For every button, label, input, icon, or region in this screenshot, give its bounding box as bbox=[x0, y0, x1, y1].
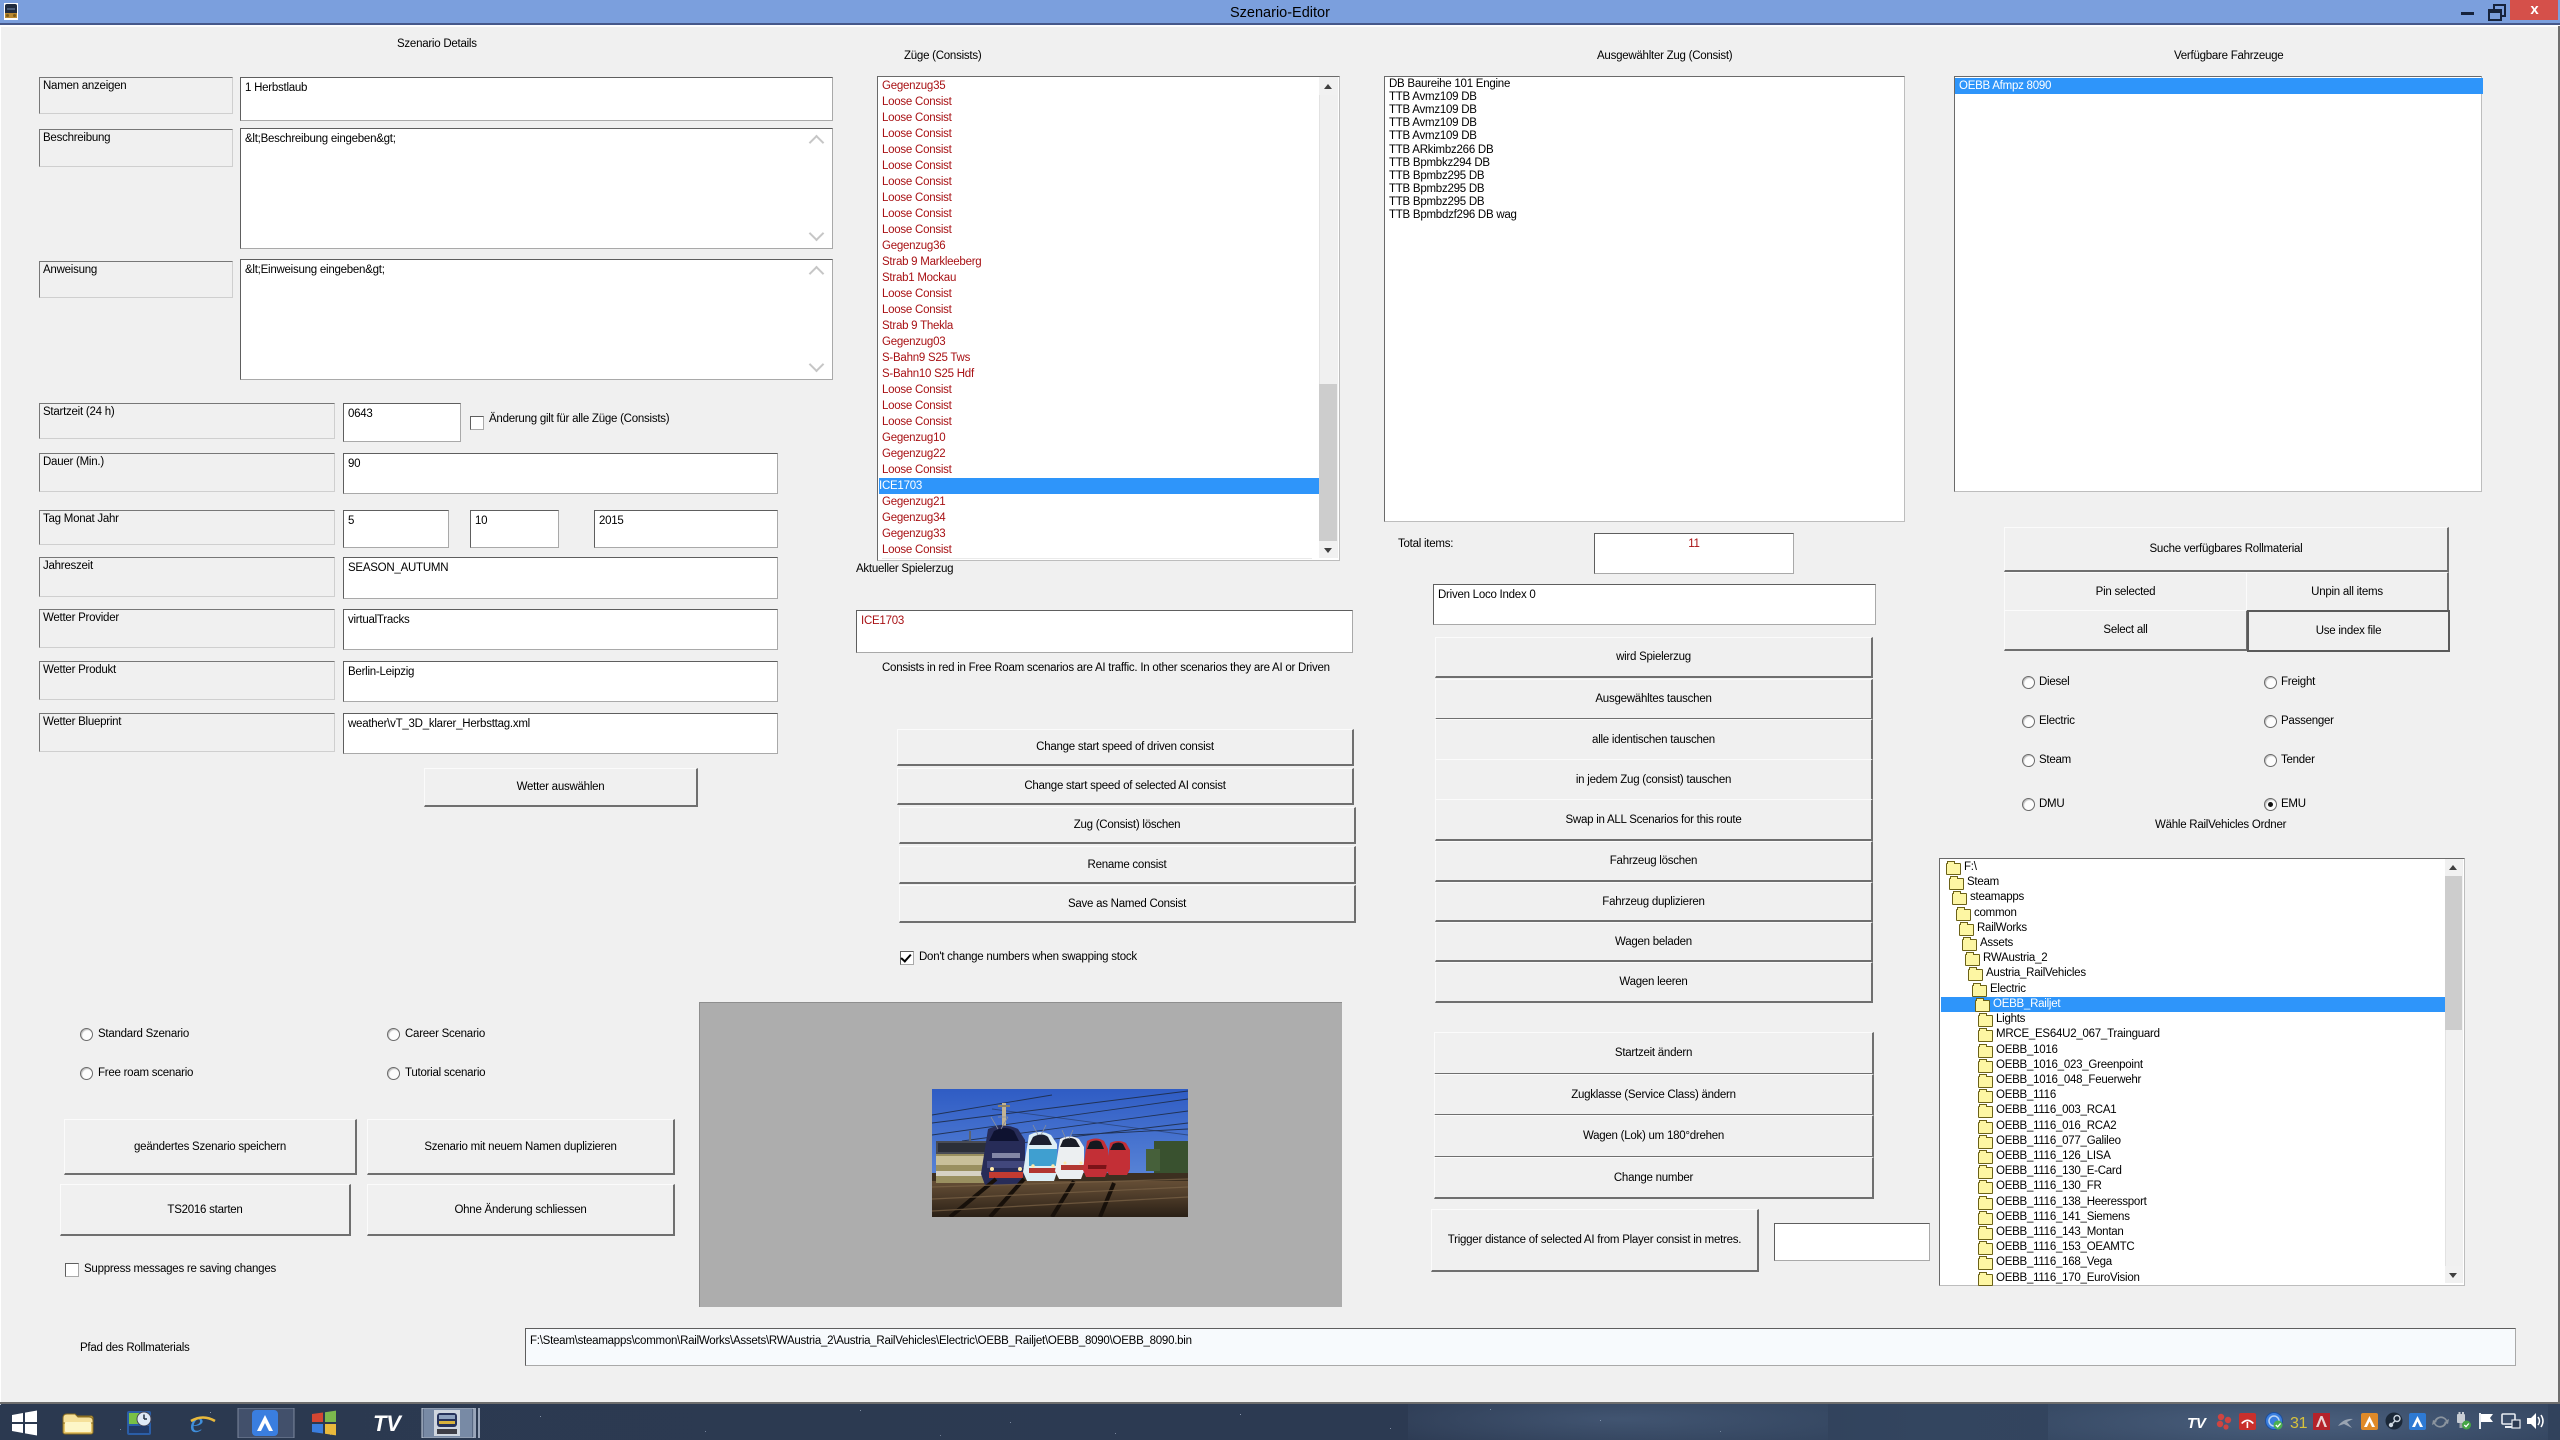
svg-text:TV: TV bbox=[373, 1411, 403, 1436]
svg-text:e: e bbox=[190, 1408, 203, 1438]
svg-text:TV: TV bbox=[2187, 1415, 2208, 1432]
svg-text:31: 31 bbox=[2290, 1415, 2308, 1432]
